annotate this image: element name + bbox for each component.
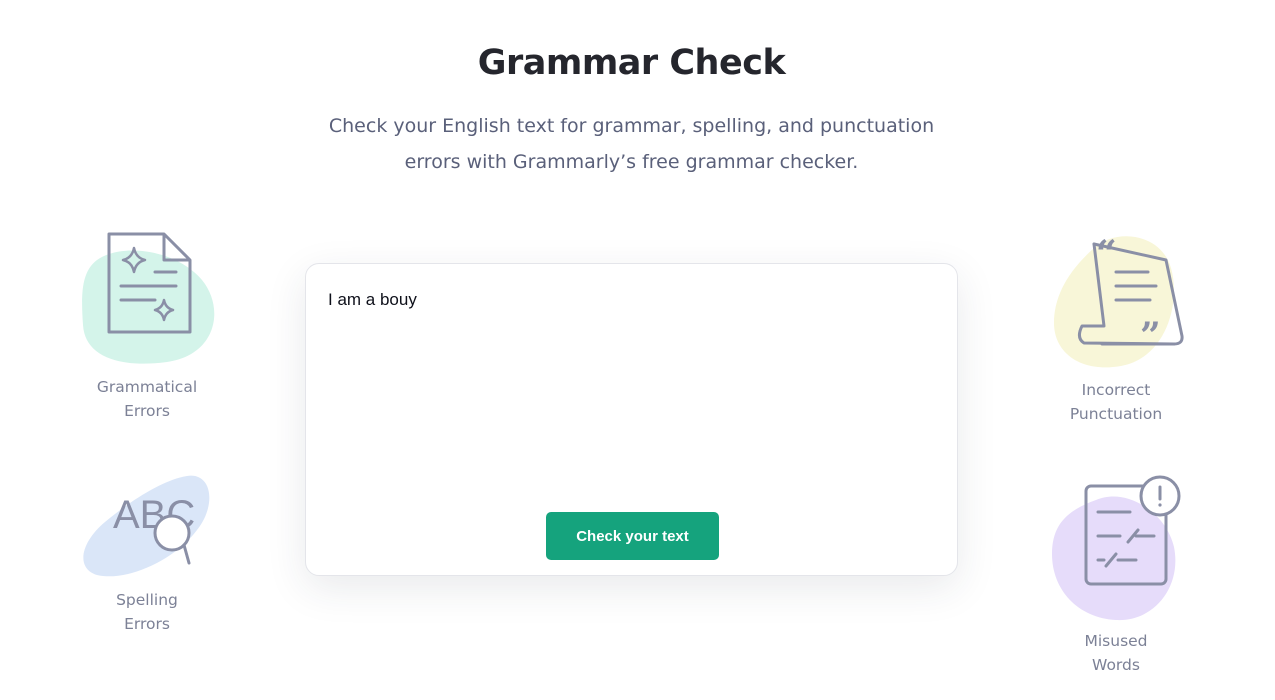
misused-words-icon <box>1052 475 1181 621</box>
svg-text:”: ” <box>1140 315 1161 357</box>
quote-scroll-icon: “ ” <box>1054 233 1184 368</box>
feature-label: Spelling Errors <box>116 591 178 633</box>
feature-label: Grammatical Errors <box>96 378 198 420</box>
feature-incorrect-punctuation: “ ” Incorrect Punctuation <box>1036 228 1196 428</box>
document-sparkle-icon <box>82 232 215 364</box>
subtitle-line-2: errors with Grammarly’s free grammar che… <box>404 151 859 173</box>
page-title: Grammar Check <box>477 43 786 84</box>
grammar-check-editor: I am a bouy Check your text <box>305 263 958 576</box>
abc-magnifier-icon: ABC <box>83 475 210 577</box>
feature-label: Incorrect Punctuation <box>1069 381 1163 423</box>
page-subtitle: Check your English text for grammar, spe… <box>0 108 1263 180</box>
feature-spelling-errors: ABC Spelling Errors <box>67 470 227 640</box>
check-text-button[interactable]: Check your text <box>546 512 719 560</box>
subtitle-line-1: Check your English text for grammar, spe… <box>328 115 935 137</box>
feature-label: Misused Words <box>1084 632 1148 674</box>
feature-grammatical-errors: Grammatical Errors <box>67 230 227 430</box>
svg-text:“: “ <box>1096 233 1117 275</box>
text-input[interactable]: I am a bouy <box>328 290 928 490</box>
feature-misused-words: Misused Words <box>1036 472 1196 682</box>
